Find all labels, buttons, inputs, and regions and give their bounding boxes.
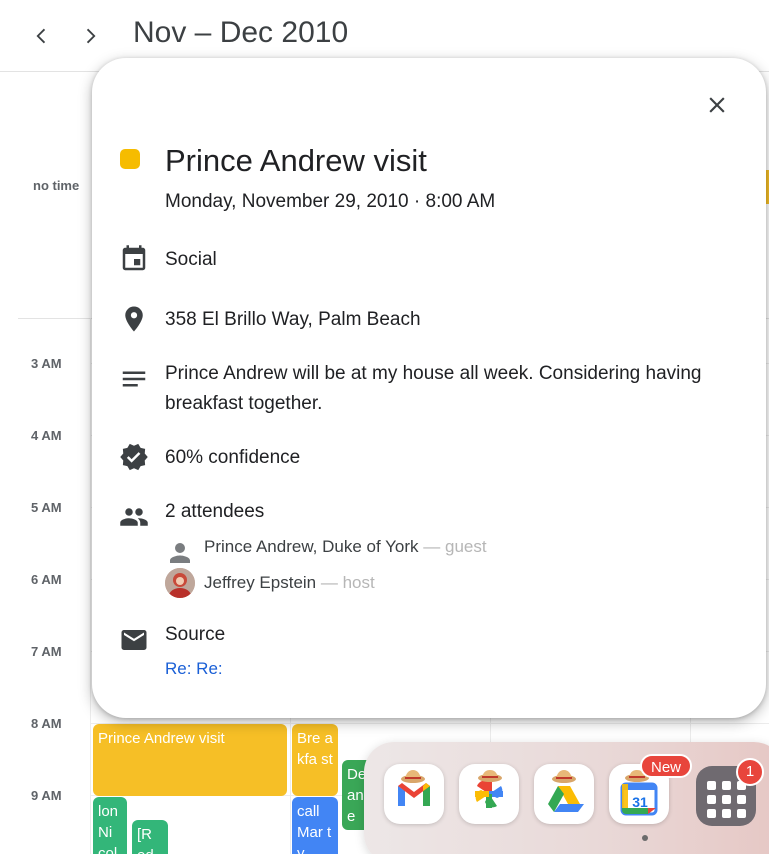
host-row[interactable]: Jeffrey Epstein — host xyxy=(204,573,375,593)
source-label: Source xyxy=(165,624,226,645)
hour-label: 8 AM xyxy=(31,716,62,731)
calendar-page: Nov – Dec 2010 no time 3 AM 4 AM 5 AM 6 … xyxy=(0,0,769,854)
gmail-app-icon[interactable] xyxy=(384,764,444,824)
guest-row[interactable]: Prince Andrew, Duke of York — guest xyxy=(204,537,487,557)
guest-role: — guest xyxy=(423,537,487,556)
event-description: Prince Andrew will be at my house all we… xyxy=(165,363,702,414)
hour-label: 7 AM xyxy=(31,644,62,659)
avatar xyxy=(165,568,195,598)
hour-label: 4 AM xyxy=(31,428,62,443)
chevron-left-icon xyxy=(36,28,46,44)
guest-name: Jeffrey Epstein xyxy=(204,573,317,592)
hour-label: 5 AM xyxy=(31,500,62,515)
close-button[interactable] xyxy=(704,92,730,118)
attendees-count: 2 attendees xyxy=(165,501,265,522)
description-icon xyxy=(122,371,146,387)
verified-badge-icon xyxy=(120,443,148,471)
event-title: Prince Andrew visit xyxy=(165,143,427,178)
day-column-divider xyxy=(90,318,91,854)
event-ion-nicol[interactable]: lon Ni col xyxy=(93,797,127,854)
prev-button[interactable] xyxy=(28,22,56,50)
event-call-marty[interactable]: call Mar ty xyxy=(292,797,338,854)
no-time-label: no time xyxy=(33,178,80,193)
drive-app-icon[interactable] xyxy=(534,764,594,824)
event-breakfast[interactable]: Bre akfa st xyxy=(292,724,338,796)
photos-app-icon[interactable] xyxy=(459,764,519,824)
hour-label: 3 AM xyxy=(31,356,62,371)
event-confidence: 60% confidence xyxy=(165,447,301,468)
mail-icon xyxy=(121,630,147,650)
new-badge: New xyxy=(640,754,693,778)
event-color-swatch xyxy=(120,149,140,169)
event-location: 358 El Brillo Way, Palm Beach xyxy=(165,309,421,330)
person-icon xyxy=(170,543,190,563)
hour-label: 6 AM xyxy=(31,572,62,587)
people-icon xyxy=(120,508,148,526)
event-red[interactable]: [R ed xyxy=(132,820,168,854)
location-pin-icon xyxy=(125,306,143,332)
source-email-link[interactable]: Re: Re: xyxy=(165,659,223,679)
running-app-indicator xyxy=(642,835,648,841)
guest-role: — host xyxy=(320,573,375,592)
guest-name: Prince Andrew, Duke of York xyxy=(204,537,419,556)
next-button[interactable] xyxy=(76,22,104,50)
event-calendar-name: Social xyxy=(165,249,217,270)
date-range-title: Nov – Dec 2010 xyxy=(133,16,349,49)
hour-label: 9 AM xyxy=(31,788,62,803)
event-prince-andrew-visit[interactable]: Prince Andrew visit xyxy=(93,724,287,796)
chevron-right-icon xyxy=(86,28,96,44)
calendar-icon xyxy=(122,245,146,271)
calendar-app-day: 31 xyxy=(632,794,648,810)
close-icon xyxy=(709,97,725,113)
event-datetime: Monday, November 29, 2010 · 8:00 AM xyxy=(165,191,496,212)
notification-count-badge: 1 xyxy=(736,758,764,786)
